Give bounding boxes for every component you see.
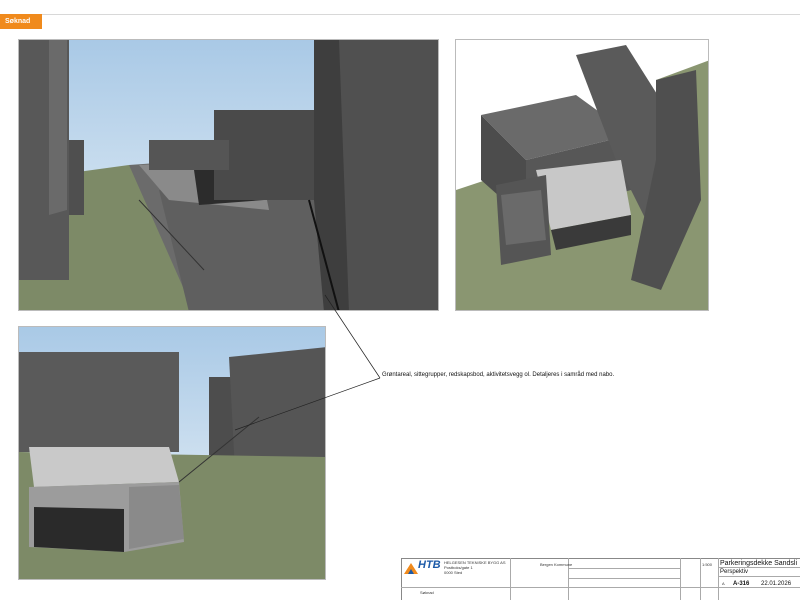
perspective-view-aerial xyxy=(455,39,709,311)
callout-text: Grøntareal, sittegrupper, redskapsbod, a… xyxy=(382,372,615,378)
header-rule xyxy=(0,14,800,15)
drawing-number: A-316 xyxy=(733,581,750,587)
company-info: HELGESEN TEKNISKE BYGG AS Postboks/gate … xyxy=(444,560,506,575)
drawing-date: 22.01.2026 xyxy=(761,581,792,587)
perspective-view-deck xyxy=(18,326,326,580)
rev-label: A xyxy=(722,581,725,586)
status-label: Søknad xyxy=(420,590,434,595)
status-tag: Søknad xyxy=(0,14,42,29)
perspective-view-street xyxy=(18,39,439,311)
logo-text: HTB xyxy=(418,559,441,571)
scale-label: 1:500 xyxy=(702,562,713,567)
project-title: Parkeringsdekke Sandsli xyxy=(720,560,798,567)
sheet-title: Perspektiv xyxy=(720,569,749,575)
client-label: Bergen Kommune xyxy=(540,562,573,567)
